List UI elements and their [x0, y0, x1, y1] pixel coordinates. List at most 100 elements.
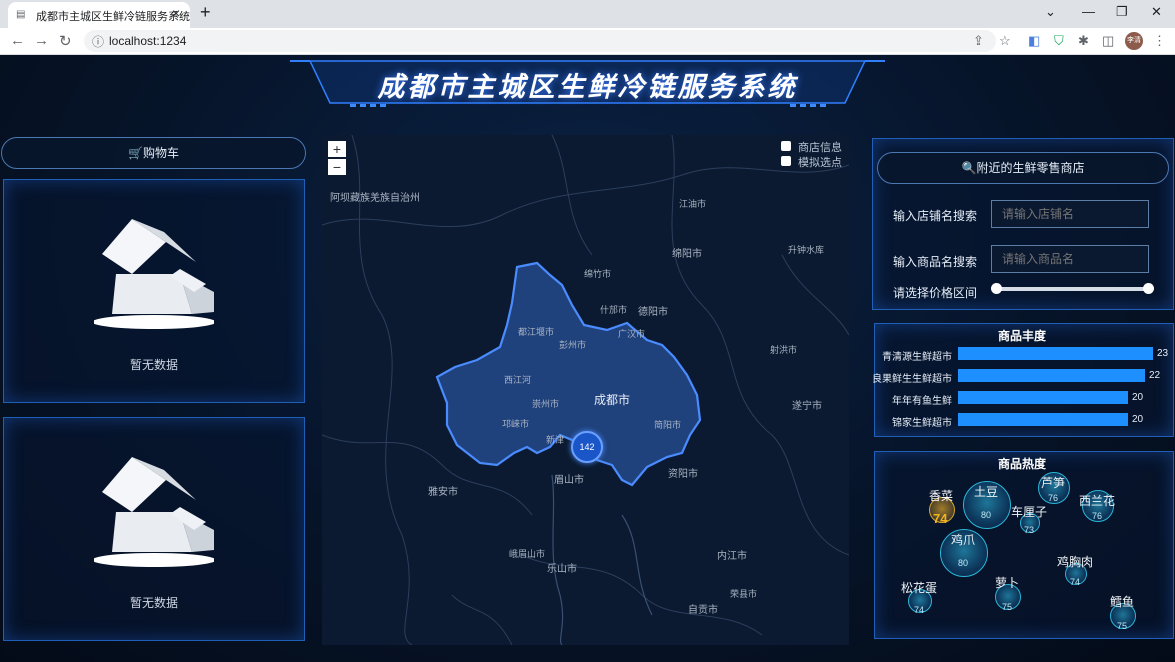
bubble-value: 80 — [981, 510, 992, 520]
place-label: 内江市 — [717, 551, 747, 562]
place-label: 江油市 — [679, 199, 707, 209]
cart-button[interactable]: 🛒购物车 — [1, 137, 306, 169]
goods-search-label: 输入商品名搜索 — [893, 255, 978, 269]
place-label: 简阳市 — [654, 420, 682, 430]
place-label: 自贡市 — [688, 605, 718, 616]
place-label: 眉山市 — [554, 475, 584, 486]
place-label: 邛崃市 — [502, 419, 530, 429]
back-icon[interactable]: ← — [10, 32, 25, 49]
place-label: 射洪市 — [770, 345, 798, 355]
place-label: 升钟水库 — [788, 245, 825, 255]
bubble-value: 76 — [1048, 493, 1059, 503]
place-label: 资阳市 — [668, 469, 698, 480]
url-text: localhost:1234 — [109, 34, 187, 48]
bubble-value: 76 — [1092, 511, 1103, 521]
bar-label: 青清源生鲜超市 — [882, 352, 952, 363]
dashboard: 成都市主城区生鲜冷链服务系统 🛒购物车 暂无数据 暂无数据 + − 商店信息 模… — [0, 55, 1175, 662]
left-panel-bottom: 暂无数据 — [3, 417, 305, 641]
minimize-icon[interactable]: — — [1082, 4, 1095, 19]
zoom-in-button[interactable]: + — [328, 141, 346, 157]
place-label: 成都市 — [594, 393, 631, 407]
place-label: 广汉市 — [618, 329, 646, 339]
price-range-label: 请选择价格区间 — [893, 286, 978, 300]
richness-title: 商品丰度 — [998, 329, 1047, 343]
new-tab-icon[interactable]: + — [200, 2, 211, 23]
place-label: 新津 — [546, 435, 565, 445]
side-panel-icon[interactable]: ◫ — [1102, 33, 1114, 49]
chengdu-region-shape — [435, 261, 702, 487]
share-icon[interactable]: ⇪ — [973, 33, 984, 49]
site-info-icon[interactable]: ⓘ — [92, 33, 104, 50]
bubble-label: 萝卜 — [995, 576, 1020, 590]
profile-avatar[interactable]: 李清 — [1125, 32, 1143, 50]
richness-bar[interactable] — [958, 391, 1128, 404]
empty-state-text: 暂无数据 — [129, 358, 178, 372]
url-field[interactable]: ⓘ localhost:1234 — [84, 30, 996, 52]
place-label: 崇州市 — [532, 399, 560, 409]
bubble-value: 80 — [958, 558, 969, 568]
richness-bar[interactable] — [958, 413, 1128, 426]
bar-label: 锦家生鲜超市 — [892, 418, 952, 429]
tab-close-icon[interactable]: × — [172, 5, 180, 21]
window-close-icon[interactable]: ✕ — [1151, 4, 1162, 20]
shop-search-label: 输入店铺名搜索 — [893, 209, 978, 223]
map-view[interactable]: + − 商店信息 模拟选点 阿坝藏族羌族自治州 江油市 绵阳市 绵竹市 什邡市 … — [322, 135, 849, 645]
layer-checkbox-simulated[interactable] — [781, 156, 791, 166]
bar-label: 良果鲜生生鲜超市 — [872, 374, 952, 385]
price-range-slider[interactable] — [991, 283, 1154, 294]
place-label: 雅安市 — [428, 487, 458, 498]
bubble-label: 西兰花 — [1079, 494, 1116, 508]
shop-cluster-marker[interactable]: 142 — [571, 431, 603, 463]
map-base-layer — [322, 135, 849, 645]
header-banner: 成都市主城区生鲜冷链服务系统 — [290, 59, 885, 109]
bubble-label: 鸡胸肉 — [1057, 555, 1094, 569]
bookmark-star-icon[interactable]: ☆ — [999, 33, 1011, 49]
browser-tab-bar: ▤ 成都市主城区生鲜冷链服务系统 × + ⌄ — ❐ ✕ — [0, 0, 1175, 28]
goods-search-input[interactable] — [991, 245, 1149, 273]
extensions-puzzle-icon[interactable]: ✱ — [1078, 33, 1089, 49]
bubble-value: 74 — [914, 605, 925, 615]
tab-search-icon[interactable]: ⌄ — [1045, 4, 1056, 20]
shield-extension-icon[interactable]: ⛉ — [1054, 33, 1064, 49]
bubble-value: 75 — [1002, 602, 1013, 612]
place-label: 荣县市 — [730, 589, 758, 599]
maximize-icon[interactable]: ❐ — [1116, 4, 1128, 20]
bubble-value: 74 — [1070, 577, 1081, 587]
bar-value: 23 — [1157, 348, 1169, 359]
empty-box-icon — [92, 214, 216, 334]
bubble-value: 73 — [1024, 525, 1035, 535]
place-label: 绵竹市 — [584, 269, 612, 279]
empty-state-text: 暂无数据 — [129, 596, 178, 610]
browser-menu-icon[interactable]: ⋮ — [1153, 33, 1166, 49]
richness-bar[interactable] — [958, 369, 1145, 382]
place-label: 彭州市 — [559, 340, 587, 350]
shop-search-input[interactable] — [991, 200, 1149, 228]
bubble-label: 鳕鱼 — [1110, 595, 1135, 609]
nearby-stores-title: 🔍附近的生鲜零售商店 — [877, 152, 1169, 184]
bubble-label: 芦笋 — [1041, 476, 1066, 490]
place-label: 遂宁市 — [792, 401, 822, 412]
bubble-label: 土豆 — [974, 485, 999, 499]
zoom-out-button[interactable]: − — [328, 159, 346, 175]
layer-checkbox-shops[interactable] — [781, 141, 791, 151]
reload-icon[interactable]: ↻ — [59, 32, 72, 50]
bubble-label: 车厘子 — [1011, 505, 1048, 519]
place-label: 德阳市 — [638, 307, 668, 318]
place-label: 绵阳市 — [672, 249, 702, 260]
forward-icon[interactable]: → — [34, 32, 49, 49]
place-label: 西江河 — [504, 375, 532, 385]
translate-icon[interactable]: ◧ — [1028, 33, 1040, 49]
bar-value: 20 — [1132, 414, 1144, 425]
browser-tab[interactable]: ▤ 成都市主城区生鲜冷链服务系统 × — [8, 2, 190, 28]
richness-bar[interactable] — [958, 347, 1153, 360]
bar-value: 20 — [1132, 392, 1144, 403]
empty-box-icon — [92, 452, 216, 572]
bar-label: 年年有鱼生鲜 — [892, 396, 952, 407]
address-bar-row: ← → ↻ ⓘ localhost:1234 ⇪ ☆ ◧ ⛉ ✱ ◫ 李清 ⋮ — [0, 28, 1175, 55]
bubble-label: 鸡爪 — [951, 533, 976, 547]
bubble-value: 75 — [1117, 621, 1128, 631]
price-max-handle[interactable] — [1143, 283, 1154, 294]
price-min-handle[interactable] — [991, 283, 1002, 294]
bubble-label: 香菜 — [929, 489, 954, 503]
place-label: 阿坝藏族羌族自治州 — [330, 193, 420, 204]
